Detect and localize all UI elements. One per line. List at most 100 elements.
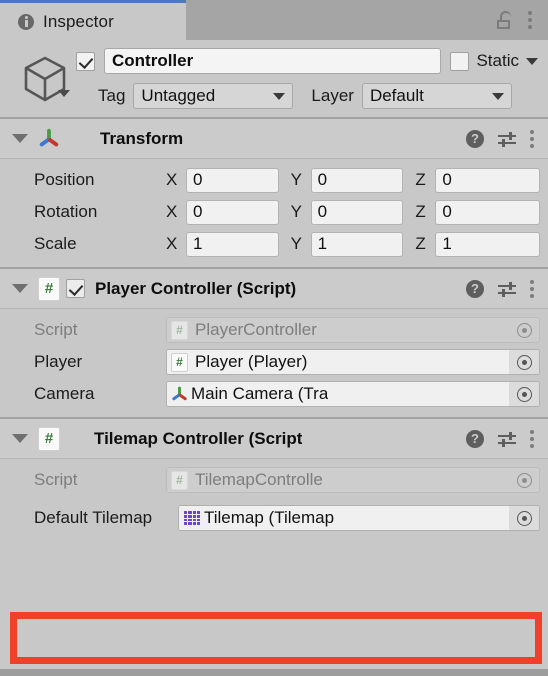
kebab-menu-icon[interactable]: [528, 11, 532, 29]
tab-inspector[interactable]: Inspector: [0, 0, 186, 40]
tab-bar-actions: [186, 0, 548, 40]
position-y-input[interactable]: 0: [310, 167, 404, 193]
script-label: Script: [34, 470, 78, 489]
player-object-inner[interactable]: # Player (Player): [167, 350, 509, 374]
player-controller-enabled-checkbox[interactable]: [66, 279, 85, 298]
inspector-window: Inspector Controller Static Tag Untagged…: [0, 0, 548, 676]
position-z-input[interactable]: 0: [435, 167, 541, 193]
transform-position-label: Position: [34, 170, 95, 189]
default-tilemap-object-value: Tilemap (Tilemap: [204, 508, 335, 527]
axis-z: Z 1: [415, 231, 541, 257]
component-header-tilemap-controller[interactable]: # Tilemap Controller (Script ?: [0, 419, 548, 459]
preset-settings-icon[interactable]: [498, 430, 516, 448]
axis-y-label: Y: [290, 202, 303, 221]
camera-object-value: Main Camera (Tra: [191, 384, 329, 403]
help-icon[interactable]: ?: [466, 129, 484, 148]
layer-dropdown[interactable]: Default: [361, 83, 512, 109]
player-object-value: Player (Player): [195, 352, 308, 371]
static-group[interactable]: Static: [450, 51, 538, 71]
tag-label: Tag: [98, 86, 126, 105]
component-body-tilemap-controller: Script # TilemapControlle Default Tilema…: [0, 459, 548, 541]
static-checkbox[interactable]: [450, 51, 470, 71]
component-header-player-controller[interactable]: # Player Controller (Script) ?: [0, 269, 548, 309]
foldout-triangle-icon[interactable]: [12, 284, 28, 293]
component-actions-transform: ?: [458, 129, 534, 148]
transform-scale-label: Scale: [34, 234, 77, 253]
script-object-field: # TilemapControlle: [166, 467, 540, 493]
script-object-inner: # PlayerController: [167, 318, 509, 342]
position-x-input[interactable]: 0: [186, 167, 279, 193]
gameobject-enabled-checkbox[interactable]: [76, 51, 95, 71]
preset-settings-icon[interactable]: [498, 130, 516, 148]
script-object-value: PlayerController: [195, 320, 317, 339]
gameobject-name-row: Controller Static: [76, 48, 538, 74]
info-icon: [18, 13, 34, 30]
tab-bar: Inspector: [0, 0, 548, 40]
gameobject-fields: Controller Static Tag Untagged Layer Def…: [76, 48, 538, 109]
scale-x-input[interactable]: 1: [186, 231, 279, 257]
component-header-transform[interactable]: Transform ?: [0, 119, 548, 159]
object-picker-button[interactable]: [509, 350, 539, 374]
object-picker-button[interactable]: [509, 382, 539, 406]
axis-x: X 0: [166, 167, 291, 193]
axis-z-label: Z: [415, 170, 426, 189]
camera-object-inner[interactable]: Main Camera (Tra: [167, 382, 509, 406]
transform-rotation-row: Rotation X 0 Y 0 Z 0: [8, 196, 541, 228]
axis-x-label: X: [166, 234, 178, 253]
foldout-triangle-icon[interactable]: [12, 134, 28, 143]
axis-z: Z 0: [415, 199, 541, 225]
player-controller-player-row: Player # Player (Player): [8, 346, 540, 378]
player-object-field[interactable]: # Player (Player): [166, 349, 540, 375]
gameobject-tag-layer-row: Tag Untagged Layer Default: [76, 83, 538, 109]
player-label: Player: [34, 352, 83, 371]
kebab-menu-icon[interactable]: [530, 429, 534, 448]
script-object-inner: # TilemapControlle: [167, 468, 509, 492]
component-body-player-controller: Script # PlayerController Player # Playe…: [0, 309, 548, 417]
axis-x-label: X: [166, 170, 178, 189]
annotation-highlight-box: [10, 612, 542, 664]
gameobject-icon-wrap[interactable]: [14, 48, 76, 109]
object-picker-button[interactable]: [509, 506, 539, 530]
rotation-x-input[interactable]: 0: [186, 199, 279, 225]
preset-settings-icon[interactable]: [498, 280, 516, 298]
scale-y-input[interactable]: 1: [310, 231, 404, 257]
object-picker-button: [509, 318, 539, 342]
rotation-z-input[interactable]: 0: [435, 199, 541, 225]
gameobject-header: Controller Static Tag Untagged Layer Def…: [0, 40, 548, 117]
tab-inspector-label: Inspector: [43, 11, 114, 31]
transform-scale-vector: X 1 Y 1 Z 1: [166, 231, 541, 257]
kebab-menu-icon[interactable]: [530, 129, 534, 148]
camera-object-field[interactable]: Main Camera (Tra: [166, 381, 540, 407]
tilemap-controller-script-row: Script # TilemapControlle: [8, 464, 540, 496]
gameobject-name-input[interactable]: Controller: [104, 48, 442, 74]
tag-value: Untagged: [141, 86, 216, 105]
axis-y: Y 0: [290, 167, 416, 193]
transform-gizmo-icon: [39, 128, 59, 146]
transform-rotation-label: Rotation: [34, 202, 98, 221]
lock-open-icon[interactable]: [496, 11, 512, 29]
axis-y-label: Y: [290, 234, 303, 253]
window-bottom-strip: [0, 669, 548, 676]
cs-script-icon: #: [171, 470, 188, 490]
tag-dropdown[interactable]: Untagged: [133, 83, 294, 109]
static-label: Static: [476, 51, 519, 70]
kebab-menu-icon[interactable]: [530, 279, 534, 298]
default-tilemap-label: Default Tilemap: [34, 508, 153, 527]
rotation-y-input[interactable]: 0: [310, 199, 404, 225]
scale-z-input[interactable]: 1: [435, 231, 541, 257]
axis-x: X 1: [166, 231, 291, 257]
tilemap-controller-default-tilemap-row: Default Tilemap Tilemap (Tilemap: [8, 502, 540, 534]
axis-z-label: Z: [415, 202, 426, 221]
default-tilemap-object-field[interactable]: Tilemap (Tilemap: [178, 505, 540, 531]
cs-script-icon: #: [38, 276, 60, 301]
layer-label: Layer: [311, 86, 354, 105]
help-icon[interactable]: ?: [466, 429, 484, 448]
foldout-triangle-icon[interactable]: [12, 434, 28, 443]
script-object-value: TilemapControlle: [195, 470, 323, 489]
axis-y-label: Y: [290, 170, 303, 189]
default-tilemap-object-inner[interactable]: Tilemap (Tilemap: [179, 506, 509, 530]
axis-z-label: Z: [415, 234, 426, 253]
player-controller-camera-row: Camera Main Camera (Tra: [8, 378, 540, 410]
help-icon[interactable]: ?: [466, 279, 484, 298]
static-chevron-down-icon[interactable]: [526, 57, 538, 65]
